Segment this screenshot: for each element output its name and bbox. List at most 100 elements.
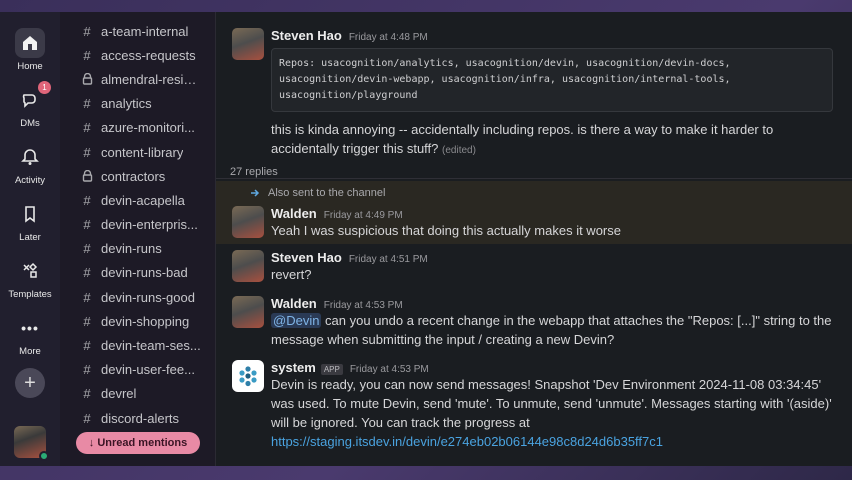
hash-icon: # — [83, 120, 91, 136]
message-text: revert? — [271, 267, 312, 282]
avatar-walden[interactable] — [232, 206, 264, 238]
channel-item[interactable]: # devin-team-ses... — [60, 333, 215, 357]
activity-button[interactable] — [15, 142, 45, 172]
timestamp[interactable]: Friday at 4:51 PM — [349, 254, 428, 265]
app-badge: APP — [320, 364, 343, 375]
mention-devin[interactable]: @Devin — [271, 313, 322, 328]
code-line: usacognition/devin-webapp, usacognition/… — [279, 74, 731, 85]
timestamp[interactable]: Friday at 4:49 PM — [324, 210, 403, 221]
code-line: Repos: usacognition/analytics, usacognit… — [279, 58, 731, 69]
unread-mentions-label: ↓ Unread mentions — [88, 437, 188, 449]
hash-icon: # — [83, 338, 91, 354]
add-workspace-button[interactable]: + — [15, 368, 45, 398]
channel-item[interactable]: # access-requests — [60, 43, 215, 67]
rail-activity[interactable]: Activity — [15, 142, 45, 186]
channel-name: devin-team-ses... — [101, 338, 201, 354]
author-name[interactable]: Walden — [271, 206, 317, 221]
avatar-walden[interactable] — [232, 296, 264, 328]
home-icon — [23, 36, 37, 50]
unread-mentions-button[interactable]: ↓ Unread mentions — [76, 432, 200, 454]
channel-item[interactable]: almendral-resid... — [60, 67, 215, 91]
channel-item[interactable]: # devin-runs-bad — [60, 261, 215, 285]
message-body: Steven Hao Friday at 4:48 PM Repos: usac… — [271, 28, 833, 160]
message-meta: Walden Friday at 4:49 PM — [271, 206, 621, 221]
channel-item[interactable]: # analytics — [60, 92, 215, 116]
hash-icon: # — [83, 144, 91, 160]
reply-message[interactable]: Steven Hao Friday at 4:51 PM revert? — [216, 250, 428, 284]
timestamp[interactable]: Friday at 4:48 PM — [349, 32, 428, 43]
hash-icon: # — [83, 23, 91, 39]
channel-item[interactable]: # devin-shopping — [60, 309, 215, 333]
message-body: Walden Friday at 4:49 PM Yeah I was susp… — [271, 206, 621, 240]
message-body: Walden Friday at 4:53 PM @Devin can you … — [271, 296, 832, 349]
channel-name: devrel — [101, 386, 137, 402]
dms-icon — [22, 94, 36, 108]
channel-item[interactable]: contractors — [60, 164, 215, 188]
bookmark-icon — [25, 206, 35, 223]
message-meta: Steven Hao Friday at 4:48 PM — [271, 28, 833, 43]
slack-window: Home 1 DMs Activity Later Templates ••• … — [0, 12, 852, 466]
hash-icon: # — [83, 241, 91, 257]
channel-name: analytics — [101, 96, 152, 112]
channel-name: devin-shopping — [101, 313, 190, 329]
more-button[interactable]: ••• — [15, 313, 45, 343]
message-text: this is kinda annoying -- accidentally i… — [271, 120, 833, 160]
channel-name: contractors — [101, 168, 166, 184]
channel-item[interactable]: # devin-runs-good — [60, 285, 215, 309]
channel-item[interactable]: # discord-alerts — [60, 406, 215, 430]
timestamp[interactable]: Friday at 4:53 PM — [324, 300, 403, 311]
channel-item[interactable]: # devrel — [60, 382, 215, 406]
channel-item[interactable]: # content-library — [60, 140, 215, 164]
text-line: Devin is ready, you can now send message… — [271, 377, 822, 392]
reply-message[interactable]: system APP Friday at 4:53 PM Devin is re… — [216, 360, 832, 451]
root-message[interactable]: Steven Hao Friday at 4:48 PM Repos: usac… — [216, 28, 833, 160]
avatar-steven-hao[interactable] — [232, 28, 264, 60]
author-name[interactable]: Steven Hao — [271, 28, 342, 43]
hash-icon: # — [83, 96, 91, 112]
dms-button[interactable]: 1 — [15, 81, 51, 115]
later-button[interactable] — [15, 199, 45, 229]
progress-link[interactable]: https://staging.itsdev.in/devin/e274eb02… — [271, 434, 663, 449]
text-line: accidentally trigger this stuff? (edited… — [271, 139, 833, 160]
message-meta: Steven Hao Friday at 4:51 PM — [271, 250, 428, 265]
rail-templates[interactable]: Templates — [8, 256, 52, 300]
channel-name: azure-monitori... — [101, 120, 195, 136]
reply-message[interactable]: Walden Friday at 4:53 PM @Devin can you … — [216, 296, 832, 349]
message-text: Yeah I was suspicious that doing this ac… — [271, 223, 621, 238]
reply-message[interactable]: Walden Friday at 4:49 PM Yeah I was susp… — [216, 206, 621, 240]
hash-icon: # — [83, 362, 91, 378]
channel-name: devin-runs-bad — [101, 265, 188, 281]
channel-item[interactable]: # a-team-internal — [60, 19, 215, 43]
channel-item[interactable]: # azure-monitori... — [60, 116, 215, 140]
home-button[interactable] — [15, 28, 45, 58]
channel-name: almendral-resid... — [101, 71, 201, 87]
channel-name: devin-user-fee... — [101, 362, 195, 378]
rail-label-later: Later — [19, 232, 41, 243]
hash-icon: # — [83, 47, 91, 63]
timestamp[interactable]: Friday at 4:53 PM — [350, 364, 429, 375]
channel-name: access-requests — [101, 47, 196, 63]
channel-item[interactable]: # devin-enterpris... — [60, 213, 215, 237]
replies-divider — [216, 178, 852, 179]
message-body: system APP Friday at 4:53 PM Devin is re… — [271, 360, 832, 451]
hash-icon: # — [83, 217, 91, 233]
author-name[interactable]: system — [271, 360, 316, 375]
user-avatar[interactable] — [14, 426, 49, 461]
rail-home[interactable]: Home — [15, 28, 45, 72]
author-name[interactable]: Walden — [271, 296, 317, 311]
channel-item[interactable]: # devin-acapella — [60, 188, 215, 212]
edited-tag: (edited) — [442, 145, 476, 156]
author-name[interactable]: Steven Hao — [271, 250, 342, 265]
channel-item[interactable]: # devin-runs — [60, 237, 215, 261]
rail-more[interactable]: ••• More — [15, 313, 45, 357]
rail-dms[interactable]: 1 DMs — [15, 81, 51, 129]
avatar-steven-hao[interactable] — [232, 250, 264, 282]
lock-icon — [80, 170, 94, 182]
channel-item[interactable]: # devin-user-fee... — [60, 358, 215, 382]
templates-button[interactable] — [15, 256, 45, 286]
presence-indicator — [39, 451, 49, 461]
rail-later[interactable]: Later — [15, 199, 45, 243]
also-sent-notice: Also sent to the channel — [250, 187, 385, 199]
avatar-system[interactable] — [232, 360, 264, 392]
text-line: message when submitting the input / crea… — [271, 332, 615, 347]
